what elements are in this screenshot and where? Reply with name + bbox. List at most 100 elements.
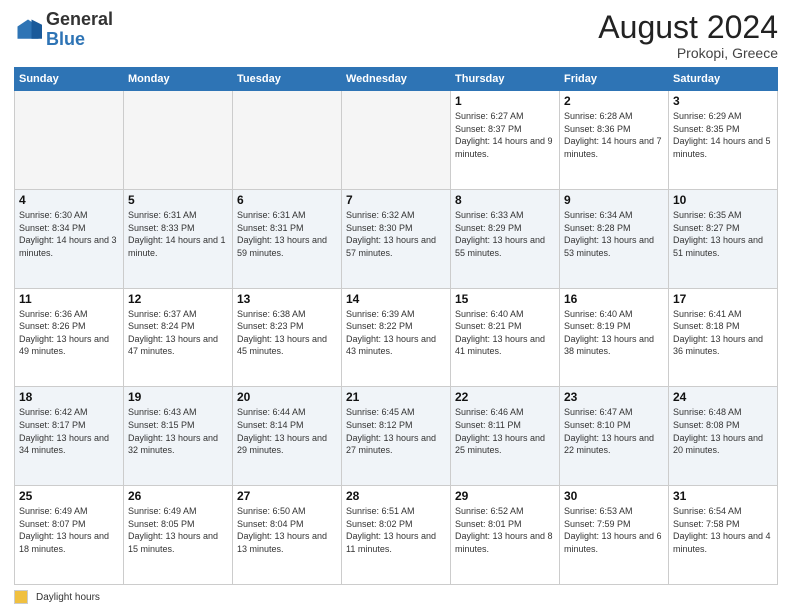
page: General Blue August 2024 Prokopi, Greece… [0,0,792,612]
calendar-cell: 12Sunrise: 6:37 AM Sunset: 8:24 PM Dayli… [124,288,233,387]
calendar-table: SundayMondayTuesdayWednesdayThursdayFrid… [14,67,778,585]
calendar-cell [124,91,233,190]
calendar-header-row: SundayMondayTuesdayWednesdayThursdayFrid… [15,68,778,91]
calendar-cell: 22Sunrise: 6:46 AM Sunset: 8:11 PM Dayli… [451,387,560,486]
day-info: Sunrise: 6:51 AM Sunset: 8:02 PM Dayligh… [346,505,446,555]
legend-box [14,590,28,604]
title-location: Prokopi, Greece [598,45,778,61]
calendar-cell: 11 Sunrise: 6:36 AM Sunset: 8:26 PM Dayli… [15,288,124,387]
generalblue-logo-icon [14,16,42,44]
calendar-cell: 15 Sunrise: 6:40 AM Sunset: 8:21 PM Dayli… [451,288,560,387]
calendar-cell: 24 Sunrise: 6:48 AM Sunset: 8:08 PM Dayli… [669,387,778,486]
calendar-cell: 26Sunrise: 6:49 AM Sunset: 8:05 PM Dayli… [124,486,233,585]
day-number: 27 [237,489,337,503]
day-number: 13 [237,292,337,306]
day-header-monday: Monday [124,68,233,91]
calendar-cell: 6Sunrise: 6:31 AM Sunset: 8:31 PM Daylig… [233,189,342,288]
calendar-cell: 29Sunrise: 6:52 AM Sunset: 8:01 PM Dayli… [451,486,560,585]
day-info: Sunrise: 6:53 AM Sunset: 7:59 PM Dayligh… [564,505,664,555]
calendar-cell: 1 Sunrise: 6:27 AM Sunset: 8:37 PM Daylig… [451,91,560,190]
day-info: Sunrise: 6:37 AM Sunset: 8:24 PM Dayligh… [128,308,228,358]
calendar-week-5: 25 Sunrise: 6:49 AM Sunset: 8:07 PM Dayli… [15,486,778,585]
day-number: 31 [673,489,773,503]
day-number: 22 [455,390,555,404]
calendar-cell: 4Sunrise: 6:30 AM Sunset: 8:34 PM Daylig… [15,189,124,288]
day-number: 30 [564,489,664,503]
calendar-cell: 9 Sunrise: 6:34 AM Sunset: 8:28 PM Daylig… [560,189,669,288]
calendar-cell: 8Sunrise: 6:33 AM Sunset: 8:29 PM Daylig… [451,189,560,288]
calendar-cell [342,91,451,190]
title-block: August 2024 Prokopi, Greece [598,10,778,61]
day-info: Sunrise: 6:28 AM Sunset: 8:36 PM Dayligh… [564,110,664,160]
calendar-cell: 19Sunrise: 6:43 AM Sunset: 8:15 PM Dayli… [124,387,233,486]
day-number: 25 [19,489,119,503]
day-info: Sunrise: 6:40 AM Sunset: 8:19 PM Dayligh… [564,308,664,358]
day-info: Sunrise: 6:49 AM Sunset: 8:05 PM Dayligh… [128,505,228,555]
day-info: Sunrise: 6:30 AM Sunset: 8:34 PM Dayligh… [19,209,119,259]
day-info: Sunrise: 6:42 AM Sunset: 8:17 PM Dayligh… [19,406,119,456]
day-info: Sunrise: 6:36 AM Sunset: 8:26 PM Dayligh… [19,308,119,358]
calendar-cell: 27Sunrise: 6:50 AM Sunset: 8:04 PM Dayli… [233,486,342,585]
calendar-cell: 16Sunrise: 6:40 AM Sunset: 8:19 PM Dayli… [560,288,669,387]
day-number: 24 [673,390,773,404]
calendar-cell: 31 Sunrise: 6:54 AM Sunset: 7:58 PM Dayli… [669,486,778,585]
day-number: 5 [128,193,228,207]
day-info: Sunrise: 6:35 AM Sunset: 8:27 PM Dayligh… [673,209,773,259]
day-number: 29 [455,489,555,503]
day-number: 6 [237,193,337,207]
day-info: Sunrise: 6:49 AM Sunset: 8:07 PM Dayligh… [19,505,119,555]
calendar-cell [233,91,342,190]
calendar-cell: 18 Sunrise: 6:42 AM Sunset: 8:17 PM Dayli… [15,387,124,486]
title-month: August 2024 [598,10,778,45]
logo-general: General [46,9,113,29]
day-info: Sunrise: 6:32 AM Sunset: 8:30 PM Dayligh… [346,209,446,259]
day-info: Sunrise: 6:54 AM Sunset: 7:58 PM Dayligh… [673,505,773,555]
day-info: Sunrise: 6:44 AM Sunset: 8:14 PM Dayligh… [237,406,337,456]
logo-blue: Blue [46,29,85,49]
day-info: Sunrise: 6:31 AM Sunset: 8:33 PM Dayligh… [128,209,228,259]
calendar-cell: 2 Sunrise: 6:28 AM Sunset: 8:36 PM Daylig… [560,91,669,190]
day-number: 19 [128,390,228,404]
day-info: Sunrise: 6:33 AM Sunset: 8:29 PM Dayligh… [455,209,555,259]
day-number: 2 [564,94,664,108]
calendar-cell: 5 Sunrise: 6:31 AM Sunset: 8:33 PM Daylig… [124,189,233,288]
legend-label: Daylight hours [36,592,100,603]
calendar-cell: 30 Sunrise: 6:53 AM Sunset: 7:59 PM Dayli… [560,486,669,585]
legend: Daylight hours [14,590,778,604]
calendar-cell: 10 Sunrise: 6:35 AM Sunset: 8:27 PM Dayli… [669,189,778,288]
calendar-cell: 14 Sunrise: 6:39 AM Sunset: 8:22 PM Dayli… [342,288,451,387]
day-info: Sunrise: 6:45 AM Sunset: 8:12 PM Dayligh… [346,406,446,456]
calendar-cell: 20 Sunrise: 6:44 AM Sunset: 8:14 PM Dayli… [233,387,342,486]
day-header-wednesday: Wednesday [342,68,451,91]
day-info: Sunrise: 6:48 AM Sunset: 8:08 PM Dayligh… [673,406,773,456]
day-info: Sunrise: 6:40 AM Sunset: 8:21 PM Dayligh… [455,308,555,358]
calendar-cell: 13Sunrise: 6:38 AM Sunset: 8:23 PM Dayli… [233,288,342,387]
day-header-saturday: Saturday [669,68,778,91]
day-number: 23 [564,390,664,404]
calendar-week-3: 11 Sunrise: 6:36 AM Sunset: 8:26 PM Dayli… [15,288,778,387]
calendar-cell: 21 Sunrise: 6:45 AM Sunset: 8:12 PM Dayli… [342,387,451,486]
day-number: 10 [673,193,773,207]
calendar-cell: 7Sunrise: 6:32 AM Sunset: 8:30 PM Daylig… [342,189,451,288]
day-number: 9 [564,193,664,207]
calendar-cell: 3Sunrise: 6:29 AM Sunset: 8:35 PM Daylig… [669,91,778,190]
day-info: Sunrise: 6:39 AM Sunset: 8:22 PM Dayligh… [346,308,446,358]
day-number: 14 [346,292,446,306]
logo-text: General Blue [46,10,113,50]
day-header-tuesday: Tuesday [233,68,342,91]
day-number: 1 [455,94,555,108]
day-number: 21 [346,390,446,404]
logo: General Blue [14,10,113,50]
day-number: 11 [19,292,119,306]
day-info: Sunrise: 6:27 AM Sunset: 8:37 PM Dayligh… [455,110,555,160]
header: General Blue August 2024 Prokopi, Greece [14,10,778,61]
day-header-sunday: Sunday [15,68,124,91]
day-info: Sunrise: 6:34 AM Sunset: 8:28 PM Dayligh… [564,209,664,259]
day-header-friday: Friday [560,68,669,91]
day-number: 17 [673,292,773,306]
day-number: 18 [19,390,119,404]
calendar-week-4: 18 Sunrise: 6:42 AM Sunset: 8:17 PM Dayli… [15,387,778,486]
calendar-week-1: 1 Sunrise: 6:27 AM Sunset: 8:37 PM Daylig… [15,91,778,190]
day-number: 20 [237,390,337,404]
day-number: 15 [455,292,555,306]
